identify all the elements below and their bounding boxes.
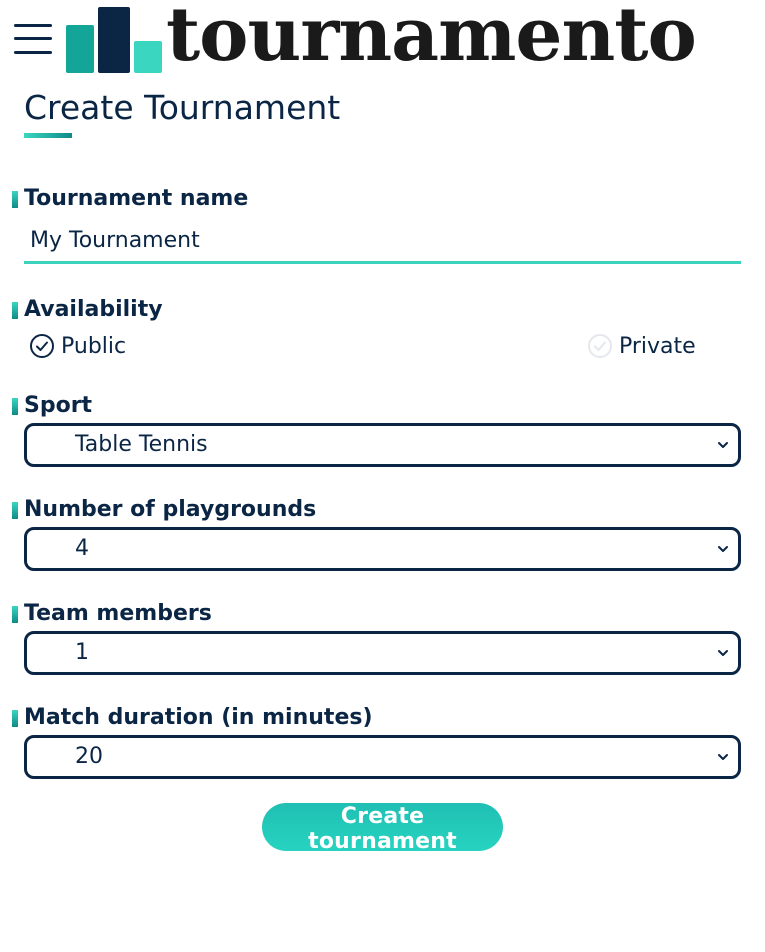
- playgrounds-select-value: 4: [75, 536, 89, 561]
- logo[interactable]: tournamento: [66, 0, 761, 78]
- team-members-label: Team members: [12, 601, 212, 626]
- page-title: Create Tournament: [24, 88, 341, 127]
- check-circle-icon: [30, 334, 54, 358]
- radio-public-label: Public: [61, 333, 127, 359]
- menu-bar: [14, 37, 52, 40]
- availability-label: Availability: [12, 297, 163, 322]
- tournament-name-label: Tournament name: [12, 186, 248, 211]
- check-circle-icon: [588, 334, 612, 358]
- chevron-down-icon: [718, 442, 728, 448]
- menu-bar: [14, 51, 52, 54]
- sport-label: Sport: [12, 393, 92, 418]
- radio-private-label: Private: [619, 333, 696, 359]
- hamburger-menu-icon[interactable]: [14, 24, 52, 54]
- playgrounds-label: Number of playgrounds: [12, 497, 316, 522]
- match-duration-label: Match duration (in minutes): [12, 705, 373, 730]
- logo-mark-icon: [66, 7, 162, 73]
- menu-bar: [14, 24, 52, 27]
- sport-select-value: Table Tennis: [75, 432, 208, 457]
- chevron-down-icon: [718, 754, 728, 760]
- radio-public[interactable]: Public: [30, 330, 126, 362]
- logo-wordmark: tournamento: [166, 0, 697, 78]
- radio-private[interactable]: Private: [588, 330, 696, 362]
- tournament-name-input[interactable]: [24, 220, 741, 264]
- create-tournament-page: tournamento Create Tournament Tournament…: [0, 0, 765, 952]
- chevron-down-icon: [718, 650, 728, 656]
- create-tournament-button[interactable]: Create tournament: [262, 803, 503, 854]
- playgrounds-select[interactable]: 4: [24, 527, 741, 571]
- sport-select[interactable]: Table Tennis: [24, 423, 741, 467]
- match-duration-select[interactable]: 20: [24, 735, 741, 779]
- team-members-select[interactable]: 1: [24, 631, 741, 675]
- title-underline: [24, 133, 72, 138]
- team-members-select-value: 1: [75, 640, 89, 665]
- chevron-down-icon: [718, 546, 728, 552]
- match-duration-select-value: 20: [75, 744, 103, 769]
